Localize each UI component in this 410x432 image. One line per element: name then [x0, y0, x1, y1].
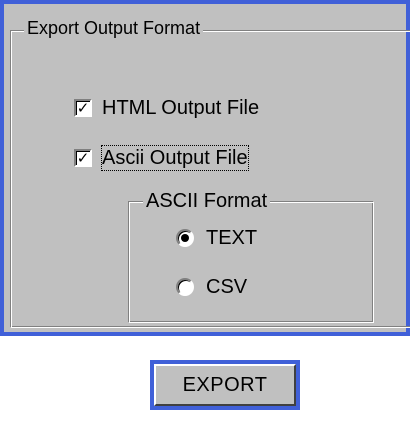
ascii-output-checkbox-row[interactable]: ✓ Ascii Output File	[74, 145, 249, 171]
html-output-checkbox-row[interactable]: ✓ HTML Output File	[74, 96, 259, 120]
html-output-checkbox[interactable]: ✓	[74, 99, 92, 117]
radio-csv-label: CSV	[206, 276, 248, 298]
ascii-output-checkbox[interactable]: ✓	[74, 149, 92, 167]
radio-csv[interactable]	[176, 278, 194, 296]
check-icon: ✓	[76, 98, 90, 117]
radio-text-label: TEXT	[206, 227, 258, 249]
ascii-format-title: ASCII Format	[143, 190, 271, 212]
radio-csv-row[interactable]: CSV	[176, 275, 247, 299]
export-button-frame: EXPORT	[150, 360, 300, 410]
html-output-label: HTML Output File	[102, 97, 260, 119]
radio-text[interactable]	[176, 229, 194, 247]
export-panel: Export Output Format ✓ HTML Output File …	[0, 0, 410, 336]
radio-text-row[interactable]: TEXT	[176, 226, 257, 250]
ascii-format-group	[128, 201, 374, 323]
export-button[interactable]: EXPORT	[154, 364, 296, 406]
ascii-output-label: Ascii Output File	[101, 145, 249, 171]
check-icon: ✓	[76, 148, 90, 167]
radio-dot-icon	[181, 234, 189, 242]
export-output-format-title: Export Output Format	[24, 17, 204, 39]
